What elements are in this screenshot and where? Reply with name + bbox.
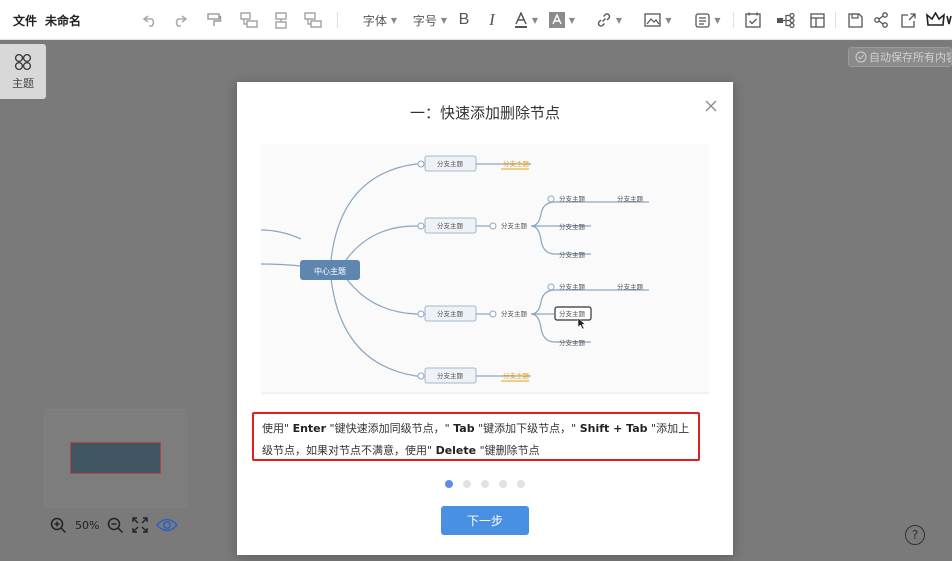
close-icon[interactable]: [703, 98, 719, 114]
branch-topic-text: 分支主题: [503, 159, 530, 168]
toolbar-divider: [835, 12, 836, 28]
key-tab: Tab: [453, 422, 475, 435]
font-family-label: 字体: [362, 13, 387, 28]
step-dot[interactable]: [445, 480, 453, 488]
insert-child-icon[interactable]: [239, 0, 259, 40]
theme-label: 主题: [12, 76, 34, 90]
chevron-down-icon: ▼: [531, 15, 539, 25]
next-step-button[interactable]: 下一步: [441, 506, 529, 535]
highlight-button[interactable]: ▼: [548, 0, 576, 40]
branch-topic-text: 分支主题: [559, 338, 586, 347]
format-painter-icon[interactable]: [205, 0, 223, 40]
chevron-down-icon: ▼: [390, 15, 398, 25]
key-shift-tab: Shift + Tab: [579, 422, 648, 435]
save-icon[interactable]: [846, 0, 864, 40]
description-text: "键快速添加同级节点，": [326, 422, 454, 435]
document-name[interactable]: 未命名: [44, 0, 82, 40]
image-button[interactable]: ▼: [640, 0, 676, 40]
branch-topic-text: 分支主题: [437, 221, 464, 230]
font-color-button[interactable]: ▼: [512, 0, 540, 40]
undo-icon[interactable]: [141, 0, 159, 40]
zoom-out-icon[interactable]: [107, 517, 124, 534]
key-delete: Delete: [435, 444, 477, 457]
branch-topic-text: 分支主题: [617, 282, 644, 291]
export-icon[interactable]: [899, 0, 917, 40]
font-size-label: 字号: [412, 13, 437, 28]
step-dot[interactable]: [481, 480, 489, 488]
center-topic-text: 中心主题: [314, 266, 346, 276]
bold-icon[interactable]: B: [456, 0, 472, 40]
theme-icon: [14, 53, 32, 70]
step-dot[interactable]: [463, 480, 471, 488]
branch-topic-text: 分支主题: [617, 194, 644, 203]
italic-icon[interactable]: I: [484, 0, 500, 40]
autosave-status: 自动保存所有内容: [848, 47, 952, 67]
minimap-viewport[interactable]: [70, 442, 161, 474]
font-size-select[interactable]: 字号 ▼: [412, 0, 448, 40]
mindmap-illustration-svg: 中心主题 分支主题 分支主题 分支主题 分支主题 分支主题 分支主题 分支主题 …: [261, 155, 709, 394]
redo-icon[interactable]: [170, 0, 188, 40]
chevron-down-icon: ▼: [615, 15, 623, 25]
guide-modal: 一：快速添加删除节点 中心主题 分支主题 分支主题 分支主题 分支主题 分支主题…: [237, 82, 733, 555]
autosave-text: 自动保存所有内容: [869, 51, 952, 64]
chevron-down-icon: ▼: [440, 15, 448, 25]
task-icon[interactable]: [744, 0, 762, 40]
branch-topic-text: 分支主题: [501, 309, 528, 318]
branch-topic-text: 分支主题: [501, 221, 528, 230]
branch-topic-text: 分支主题: [503, 371, 530, 380]
chevron-down-icon: ▼: [568, 15, 576, 25]
vip-crown-icon[interactable]: [926, 0, 952, 40]
chevron-down-icon: ▼: [714, 15, 721, 25]
branch-topic-text: 分支主题: [559, 194, 586, 203]
branch-topic-text: 分支主题: [437, 309, 464, 318]
structure-icon[interactable]: [775, 0, 797, 40]
font-color-icon: [514, 12, 527, 28]
font-family-select[interactable]: 字体 ▼: [354, 0, 406, 40]
image-icon: [644, 13, 662, 27]
toolbar: 文件 未命名 字体 ▼ 字号 ▼ B I ▼ ▼ ▼ ▼ ▼: [0, 0, 952, 40]
key-enter: Enter: [292, 422, 327, 435]
file-menu[interactable]: 文件: [12, 0, 38, 40]
branch-topic-text: 分支主题: [437, 159, 464, 168]
toolbar-divider: [733, 12, 734, 28]
zoom-bar: 50%: [50, 514, 186, 536]
description-text: 使用": [262, 422, 293, 435]
branch-topic-text: 分支主题: [559, 250, 586, 259]
zoom-in-icon[interactable]: [50, 517, 67, 534]
fit-screen-icon[interactable]: [132, 517, 149, 533]
chevron-down-icon: ▼: [665, 15, 672, 25]
minimap[interactable]: [45, 410, 186, 507]
highlight-icon: [548, 12, 565, 28]
modal-title: 一：快速添加删除节点: [409, 104, 560, 122]
help-button[interactable]: ?: [905, 525, 925, 545]
branch-topic-text: 分支主题: [437, 371, 464, 380]
share-icon[interactable]: [872, 0, 890, 40]
insert-parent-icon[interactable]: [303, 0, 323, 40]
link-button[interactable]: ▼: [592, 0, 626, 40]
step-dot[interactable]: [517, 480, 525, 488]
tutorial-illustration: 中心主题 分支主题 分支主题 分支主题 分支主题 分支主题 分支主题 分支主题 …: [261, 144, 709, 394]
preview-eye-icon[interactable]: [156, 517, 179, 533]
link-icon: [597, 13, 611, 27]
note-icon: [695, 12, 711, 28]
zoom-level: 50%: [75, 518, 100, 532]
toolbar-divider: [337, 12, 338, 28]
theme-panel-button[interactable]: 主题: [0, 44, 46, 99]
layout-icon[interactable]: [808, 0, 826, 40]
note-button[interactable]: ▼: [690, 0, 726, 40]
description-text: "键添加下级节点，": [474, 422, 580, 435]
step-dot[interactable]: [499, 480, 507, 488]
branch-topic-text: 分支主题: [559, 222, 586, 231]
branch-topic-text: 分支主题: [559, 309, 586, 318]
tutorial-description: 使用" Enter "键快速添加同级节点，" Tab "键添加下级节点，" Sh…: [252, 412, 700, 461]
branch-topic-text: 分支主题: [559, 282, 586, 291]
description-text: "键删除节点: [476, 444, 540, 457]
check-circle-icon: [855, 51, 867, 63]
insert-sibling-icon[interactable]: [272, 0, 290, 40]
step-indicator: [445, 480, 535, 488]
